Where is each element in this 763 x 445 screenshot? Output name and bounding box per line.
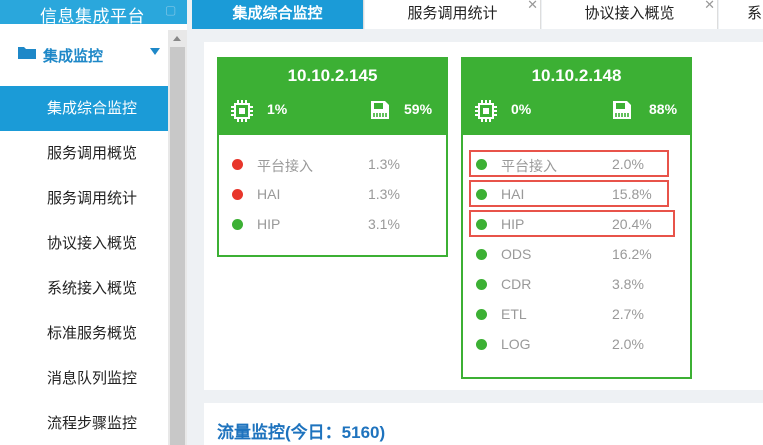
sidebar-item-standard-service[interactable]: 标准服务概览 bbox=[0, 311, 168, 356]
highlight-box bbox=[469, 210, 675, 237]
main-panel: 10.10.2.145 1% 59% 平台接入 1.3% HAI 1.3% HI… bbox=[204, 42, 763, 390]
process-row: LOG 2.0% bbox=[463, 329, 690, 359]
sidebar-item-message-queue[interactable]: 消息队列监控 bbox=[0, 356, 168, 401]
flow-monitor-panel: 流量监控(今日：5160) bbox=[204, 403, 763, 445]
process-row: ETL 2.7% bbox=[463, 299, 690, 329]
server-card: 10.10.2.145 1% 59% 平台接入 1.3% HAI 1.3% HI… bbox=[217, 57, 448, 257]
sidebar-scrollbar[interactable] bbox=[168, 30, 187, 445]
process-row: HIP 3.1% bbox=[219, 209, 446, 239]
close-icon[interactable]: ✕ bbox=[527, 0, 538, 19]
process-value: 16.2% bbox=[612, 246, 652, 262]
server-card-header: 10.10.2.145 1% 59% bbox=[219, 59, 446, 135]
memory-usage: 88% bbox=[649, 101, 678, 117]
process-name: LOG bbox=[501, 336, 531, 352]
process-value: 1.3% bbox=[368, 156, 400, 172]
close-icon[interactable]: ✕ bbox=[704, 0, 715, 19]
process-name: ETL bbox=[501, 306, 527, 322]
sidebar-item-service-call-overview[interactable]: 服务调用概览 bbox=[0, 131, 168, 176]
status-dot bbox=[232, 159, 243, 170]
process-name: 平台接入 bbox=[257, 158, 313, 174]
sidebar-item-protocol-access[interactable]: 协议接入概览 bbox=[0, 221, 168, 266]
process-value: 3.8% bbox=[612, 276, 644, 292]
tab-protocol-access[interactable]: 协议接入概览 ✕ bbox=[542, 0, 718, 29]
tab-label: 系 bbox=[747, 5, 763, 22]
process-value: 1.3% bbox=[368, 186, 400, 202]
process-value: 3.1% bbox=[368, 216, 400, 232]
pin-icon[interactable]: ▢ bbox=[165, 3, 176, 17]
tab-integration-overview[interactable]: 集成综合监控 bbox=[192, 0, 364, 29]
highlight-box bbox=[469, 150, 669, 177]
sidebar-item-system-access[interactable]: 系统接入概览 bbox=[0, 266, 168, 311]
nav-group-integration-monitor[interactable]: 集成监控 bbox=[0, 24, 168, 86]
memory-usage: 59% bbox=[404, 101, 433, 117]
status-dot bbox=[476, 309, 487, 320]
tab-system-partial[interactable]: 系 bbox=[719, 0, 763, 29]
sidebar: 信息集成平台 ▢ 集成监控 集成综合监控 服务调用概览 服务调用统计 协议接入概… bbox=[0, 0, 187, 445]
folder-icon bbox=[18, 47, 36, 59]
process-name: HAI bbox=[257, 186, 281, 202]
memory-icon bbox=[613, 101, 631, 119]
memory-icon bbox=[371, 101, 389, 119]
sidebar-header: 信息集成平台 ▢ bbox=[0, 0, 187, 26]
tab-label: 集成综合监控 bbox=[232, 5, 323, 22]
cpu-usage: 1% bbox=[267, 101, 288, 117]
process-name: HIP bbox=[257, 216, 281, 232]
tab-bar: 集成综合监控 服务调用统计 ✕ 协议接入概览 ✕ 系 bbox=[187, 0, 763, 30]
tab-label: 协议接入概览 bbox=[584, 5, 675, 22]
process-name: CDR bbox=[501, 276, 532, 292]
highlight-box bbox=[469, 180, 669, 207]
sidebar-nav: 集成监控 集成综合监控 服务调用概览 服务调用统计 协议接入概览 系统接入概览 … bbox=[0, 24, 168, 445]
status-dot bbox=[232, 219, 243, 230]
process-row: 平台接入 1.3% bbox=[219, 149, 446, 179]
server-card-header: 10.10.2.148 0% 88% bbox=[463, 59, 690, 135]
cpu-icon bbox=[231, 100, 253, 122]
nav-group-label: 集成监控 bbox=[43, 48, 104, 65]
cpu-usage: 0% bbox=[511, 101, 532, 117]
process-value: 2.7% bbox=[612, 306, 644, 322]
process-row: CDR 3.8% bbox=[463, 269, 690, 299]
sidebar-item-integration-overview[interactable]: 集成综合监控 bbox=[0, 86, 168, 131]
sidebar-item-service-call-stats[interactable]: 服务调用统计 bbox=[0, 176, 168, 221]
flow-monitor-title: 流量监控(今日：5160) bbox=[217, 423, 386, 442]
process-row: HAI 1.3% bbox=[219, 179, 446, 209]
process-value: 2.0% bbox=[612, 336, 644, 352]
sidebar-item-process-step[interactable]: 流程步骤监控 bbox=[0, 401, 168, 445]
server-card: 10.10.2.148 0% 88% 平台接入 2.0% HAI 15.8% H… bbox=[461, 57, 692, 379]
caret-down-icon bbox=[150, 48, 160, 55]
tab-label: 服务调用统计 bbox=[407, 5, 498, 22]
process-name: ODS bbox=[501, 246, 532, 262]
status-dot bbox=[232, 189, 243, 200]
status-dot bbox=[476, 249, 487, 260]
server-ip: 10.10.2.148 bbox=[531, 66, 622, 85]
scroll-up-arrow-icon[interactable] bbox=[173, 36, 181, 41]
status-dot bbox=[476, 339, 487, 350]
status-dot bbox=[476, 279, 487, 290]
tab-service-call-stats[interactable]: 服务调用统计 ✕ bbox=[365, 0, 541, 29]
process-row: ODS 16.2% bbox=[463, 239, 690, 269]
scrollbar-thumb[interactable] bbox=[170, 47, 185, 445]
cpu-icon bbox=[475, 100, 497, 122]
server-ip: 10.10.2.145 bbox=[287, 66, 378, 85]
